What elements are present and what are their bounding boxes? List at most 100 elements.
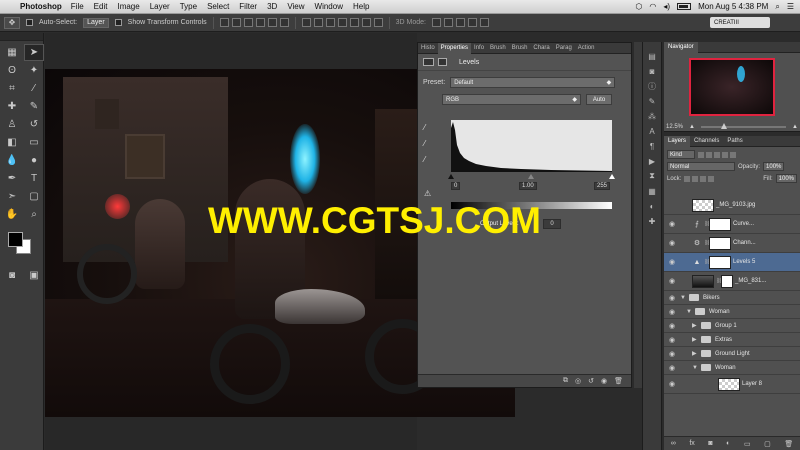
visibility-eye-icon[interactable]: ◉ bbox=[664, 308, 680, 316]
screen-mode-icon[interactable]: ▣ bbox=[24, 267, 44, 284]
tab-paragraph[interactable]: Parag bbox=[553, 43, 575, 54]
workspace-switcher[interactable]: CREATIII bbox=[710, 17, 770, 28]
paragraph-panel-icon[interactable]: ¶ bbox=[645, 140, 659, 152]
menu-layer[interactable]: Layer bbox=[150, 2, 170, 11]
volume-icon[interactable]: ◂) bbox=[663, 2, 670, 11]
new-group-icon[interactable]: ▭ bbox=[744, 440, 751, 448]
blur-tool-icon[interactable]: 💧 bbox=[2, 152, 22, 169]
histogram-panel-icon[interactable]: ▤ bbox=[645, 50, 659, 62]
3d-slide-icon[interactable] bbox=[468, 18, 477, 27]
3d-scale-icon[interactable] bbox=[480, 18, 489, 27]
group-row[interactable]: ◉ ▼ Woman bbox=[664, 361, 800, 375]
gray-point-eyedropper-icon[interactable]: ⁄ bbox=[424, 139, 433, 148]
zoom-slider[interactable] bbox=[700, 123, 786, 129]
distribute-bottom-icon[interactable] bbox=[325, 18, 335, 27]
brush-tool-icon[interactable]: ✎ bbox=[24, 98, 44, 115]
black-input-handle[interactable] bbox=[448, 174, 454, 179]
shape-tool-icon[interactable]: ▢ bbox=[24, 188, 44, 205]
visibility-icon[interactable]: ◉ bbox=[601, 377, 607, 385]
extra-status-icon[interactable]: ⬡ bbox=[635, 2, 642, 11]
menu-window[interactable]: Window bbox=[315, 2, 343, 11]
align-center-icon[interactable] bbox=[267, 18, 277, 27]
distribute-center-icon[interactable] bbox=[349, 18, 359, 27]
dodge-tool-icon[interactable]: ● bbox=[24, 152, 44, 169]
gradient-tool-icon[interactable]: ▭ bbox=[24, 134, 44, 151]
color-panel-icon[interactable]: ◐ bbox=[645, 200, 659, 212]
filter-adjustment-icon[interactable] bbox=[706, 151, 712, 158]
tools-panel-grip[interactable] bbox=[0, 33, 43, 41]
properties-panel-icon[interactable]: ◙ bbox=[645, 65, 659, 77]
align-middle-icon[interactable] bbox=[231, 18, 241, 27]
visibility-eye-icon[interactable]: ◉ bbox=[664, 201, 680, 209]
output-black-field[interactable]: 0 bbox=[543, 219, 561, 229]
group-row[interactable]: ◉ ▶ Group 1 bbox=[664, 319, 800, 333]
black-point-eyedropper-icon[interactable]: ⁄ bbox=[424, 123, 433, 132]
fill-field[interactable]: 100% bbox=[775, 174, 797, 183]
clock[interactable]: Mon Aug 5 4:38 PM bbox=[698, 2, 768, 11]
pen-tool-icon[interactable]: ✒ bbox=[2, 170, 22, 187]
input-white-field[interactable]: 255 bbox=[594, 182, 611, 190]
layer-row-selected[interactable]: ◉ ▲ ⛓ Levels 5 bbox=[664, 253, 800, 272]
tab-brush[interactable]: Brush bbox=[487, 43, 509, 54]
visibility-eye-icon[interactable]: ◉ bbox=[664, 380, 680, 388]
distribute-middle-icon[interactable] bbox=[313, 18, 323, 27]
zoom-percent[interactable]: 12.5% bbox=[666, 124, 683, 130]
healing-brush-tool-icon[interactable]: ✚ bbox=[2, 98, 22, 115]
layer-mask-icon[interactable] bbox=[438, 58, 447, 66]
spotlight-search-icon[interactable]: ⌕ bbox=[775, 2, 779, 12]
align-right-icon[interactable] bbox=[279, 18, 289, 27]
quick-mask-icon[interactable]: ◙ bbox=[2, 267, 22, 284]
white-point-eyedropper-icon[interactable]: ⁄ bbox=[424, 155, 433, 164]
filter-pixel-icon[interactable] bbox=[698, 151, 704, 158]
battery-icon[interactable] bbox=[677, 3, 692, 10]
expand-arrow-icon[interactable]: ▼ bbox=[680, 295, 689, 301]
tab-brush-presets[interactable]: Brush bbox=[509, 43, 531, 54]
auto-button[interactable]: Auto bbox=[586, 94, 612, 105]
visibility-eye-icon[interactable]: ◉ bbox=[664, 364, 680, 372]
add-mask-icon[interactable]: ◙ bbox=[708, 440, 712, 447]
align-left-icon[interactable] bbox=[255, 18, 265, 27]
menu-image[interactable]: Image bbox=[117, 2, 139, 11]
visibility-eye-icon[interactable]: ◉ bbox=[664, 277, 680, 285]
crop-tool-icon[interactable]: ⌗ bbox=[2, 80, 22, 97]
collapse-arrow-icon[interactable]: ▶ bbox=[692, 336, 701, 343]
layer-row[interactable]: ◉ Layer 8 bbox=[664, 375, 800, 394]
artboard-icon[interactable]: ▦ bbox=[2, 44, 22, 61]
tab-properties[interactable]: Properties bbox=[437, 42, 472, 54]
expand-arrow-icon[interactable]: ▼ bbox=[686, 309, 695, 315]
expand-arrow-icon[interactable]: ▼ bbox=[692, 365, 701, 371]
distribute-left-icon[interactable] bbox=[337, 18, 347, 27]
visibility-eye-icon[interactable]: ◉ bbox=[664, 220, 680, 228]
levels-adjustment-icon[interactable] bbox=[423, 58, 434, 66]
tab-navigator[interactable]: Navigator bbox=[664, 41, 698, 53]
properties-scrollbar[interactable] bbox=[634, 42, 642, 388]
white-input-handle[interactable] bbox=[609, 174, 615, 179]
history-brush-tool-icon[interactable]: ↺ bbox=[24, 116, 44, 133]
auto-select-dropdown[interactable]: Layer bbox=[83, 17, 109, 28]
zoom-tool-icon[interactable]: ⌕ bbox=[24, 206, 44, 223]
view-previous-icon[interactable]: ◎ bbox=[575, 377, 581, 385]
tab-paths[interactable]: Paths bbox=[723, 138, 746, 144]
3d-rotate-icon[interactable] bbox=[432, 18, 441, 27]
calculate-histogram-icon[interactable]: ⚠ bbox=[424, 189, 433, 198]
tab-actions[interactable]: Action bbox=[575, 43, 598, 54]
brush-presets-icon[interactable]: ⁂ bbox=[645, 110, 659, 122]
lock-image-icon[interactable] bbox=[692, 175, 699, 182]
opacity-field[interactable]: 100% bbox=[763, 162, 785, 171]
filter-kind-dropdown[interactable]: Kind bbox=[667, 150, 695, 159]
layer-row[interactable]: ◉ _MG_9103.jpg bbox=[664, 196, 800, 215]
blend-mode-dropdown[interactable]: Normal bbox=[667, 162, 735, 171]
menu-view[interactable]: View bbox=[287, 2, 304, 11]
layer-row[interactable]: ◉ ⛓ _MG_831... bbox=[664, 272, 800, 291]
gamma-input-handle[interactable] bbox=[528, 174, 534, 179]
wifi-icon[interactable]: ◠ bbox=[649, 2, 656, 11]
hand-tool-icon[interactable]: ✋ bbox=[2, 206, 22, 223]
menu-select[interactable]: Select bbox=[207, 2, 229, 11]
styles-panel-icon[interactable]: ✚ bbox=[645, 215, 659, 227]
navigator-thumbnail[interactable] bbox=[689, 58, 775, 116]
tab-layers[interactable]: Layers bbox=[664, 135, 691, 147]
visibility-eye-icon[interactable]: ◉ bbox=[664, 322, 680, 330]
zoom-in-icon[interactable]: ▲ bbox=[792, 124, 798, 130]
3d-roll-icon[interactable] bbox=[444, 18, 453, 27]
swatches-panel-icon[interactable]: ▦ bbox=[645, 185, 659, 197]
